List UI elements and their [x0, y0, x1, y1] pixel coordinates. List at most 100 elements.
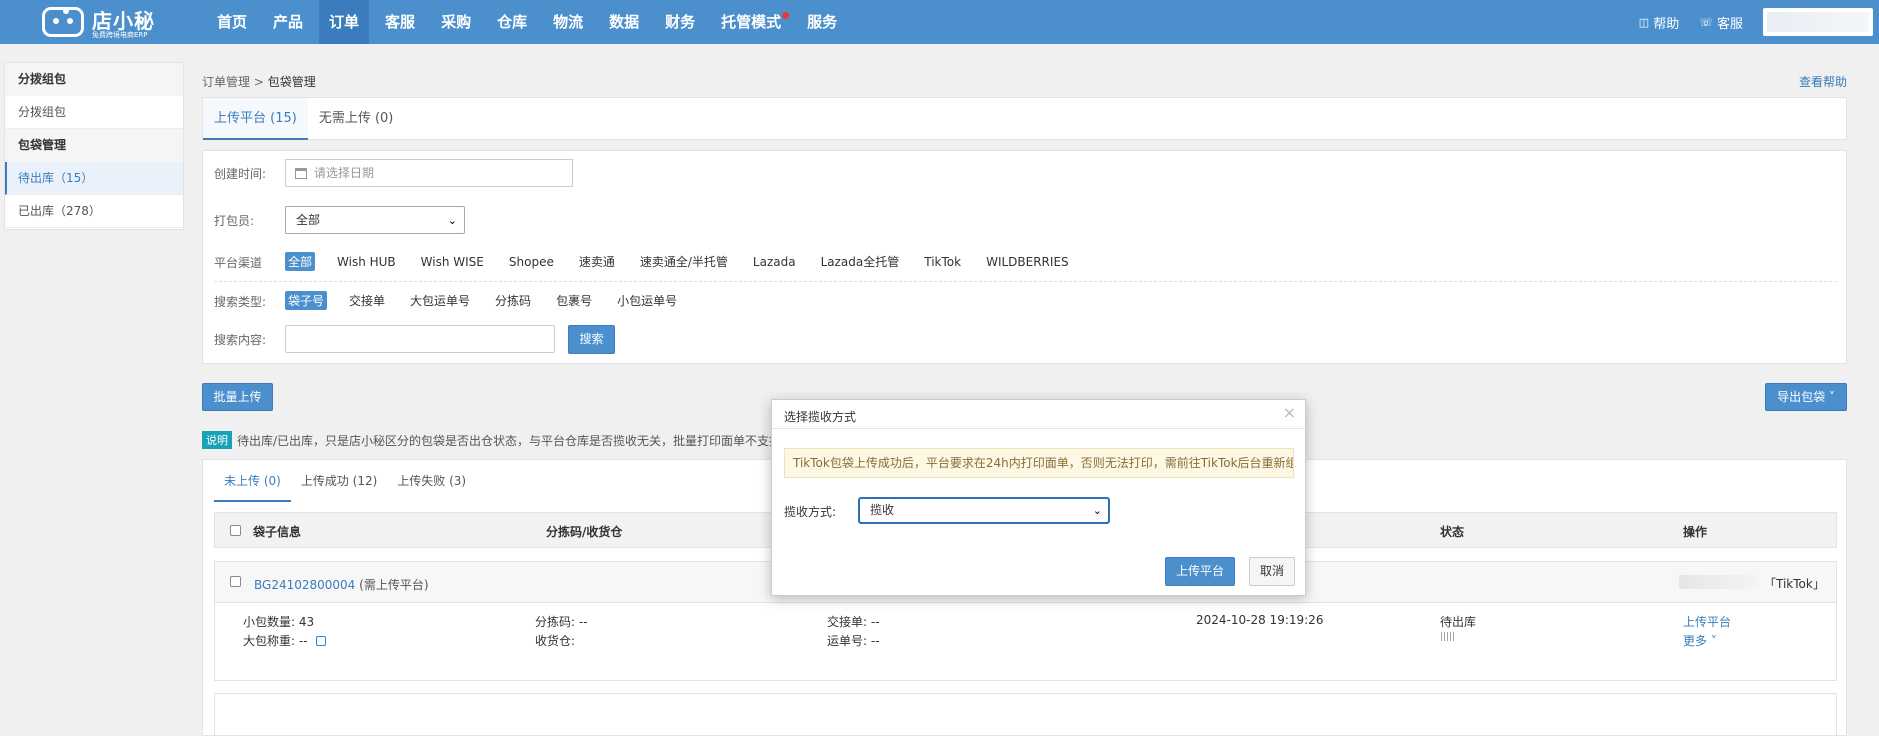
- search-type-label: 搜索类型:: [214, 295, 267, 309]
- help-top-link[interactable]: ◫ 帮助: [1639, 13, 1679, 32]
- nav-logistics[interactable]: 物流: [543, 0, 593, 44]
- nav-purchase[interactable]: 采购: [431, 0, 481, 44]
- nav-orders[interactable]: 订单: [319, 0, 370, 44]
- small-count-label: 小包数量:: [243, 615, 296, 629]
- weight-label: 大包称重:: [243, 634, 296, 648]
- channel-label: 平台渠道: [214, 256, 263, 270]
- tab-upload-platform[interactable]: 上传平台 (15): [203, 98, 308, 140]
- channel-all[interactable]: 全部: [285, 252, 316, 271]
- search-type-package-no[interactable]: 包裹号: [553, 291, 595, 310]
- service-top-link[interactable]: ☏ 客服: [1699, 13, 1743, 32]
- nav-finance[interactable]: 财务: [655, 0, 705, 44]
- chevron-down-icon: ˅: [1828, 390, 1835, 404]
- small-count-value: 43: [298, 615, 315, 629]
- tab-upload-failed[interactable]: 上传失败 (3): [387, 460, 476, 502]
- search-type-chips: 袋子号 交接单 大包运单号 分拣码 包裹号 小包运单号: [285, 291, 699, 310]
- channel-lazada[interactable]: Lazada: [750, 254, 799, 270]
- more-dropdown[interactable]: 更多 ˅: [1683, 632, 1717, 649]
- info-note: 说明 待出库/已出库，只是店小秘区分的包袋是否出仓状态，与平台仓库是否揽收无关，…: [202, 431, 793, 449]
- help-top-label: 帮助: [1653, 16, 1680, 32]
- note-badge: 说明: [202, 431, 232, 449]
- upload-platform-button[interactable]: 上传平台: [1165, 557, 1235, 586]
- collection-method-select[interactable]: 揽收 ⌄: [858, 497, 1110, 524]
- nav-customer-service[interactable]: 客服: [375, 0, 425, 44]
- sidebar-item-split-pack[interactable]: 分拨组包: [5, 96, 183, 129]
- export-bags-button[interactable]: 导出包袋 ˅: [1765, 383, 1847, 411]
- edit-icon[interactable]: [316, 636, 327, 646]
- small-count: 小包数量: 43: [243, 613, 314, 630]
- chevron-down-icon: ⌄: [447, 214, 457, 227]
- channel-shopee[interactable]: Shopee: [506, 254, 557, 270]
- big-weight: 大包称重: --: [243, 632, 327, 649]
- table-row: 小包数量: 43 大包称重: -- 分拣码: -- 收货仓: 交接单: -- 运…: [214, 603, 1837, 681]
- breadcrumb: 订单管理 > 包袋管理: [202, 73, 316, 90]
- masked-store-name: [1679, 575, 1759, 589]
- bag-number-link[interactable]: BG24102800004 (需上传平台): [254, 576, 429, 593]
- search-type-sort-code[interactable]: 分拣码: [492, 291, 534, 310]
- header-status: 状态: [1440, 525, 1465, 539]
- tab-not-uploaded[interactable]: 未上传 (0): [214, 460, 291, 502]
- table-row-empty: [214, 693, 1837, 736]
- select-all-checkbox[interactable]: [230, 525, 241, 536]
- channel-aliexpress[interactable]: 速卖通: [576, 252, 618, 271]
- logo[interactable]: 店小秘 免费跨境电商ERP: [42, 3, 160, 41]
- search-type-handover[interactable]: 交接单: [346, 291, 388, 310]
- packer-label: 打包员:: [214, 214, 255, 228]
- cancel-button[interactable]: 取消: [1249, 557, 1295, 586]
- tab-no-upload[interactable]: 无需上传 (0): [308, 98, 405, 140]
- waybill-value: --: [870, 634, 880, 648]
- channel-tiktok[interactable]: TikTok: [921, 254, 964, 270]
- channel-wish-wise[interactable]: Wish WISE: [418, 254, 487, 270]
- logo-subtitle: 免费跨境电商ERP: [92, 31, 148, 39]
- bag-number: BG24102800004: [254, 578, 356, 592]
- upload-platform-link[interactable]: 上传平台: [1683, 613, 1731, 630]
- date-input[interactable]: 请选择日期: [285, 159, 573, 187]
- close-icon[interactable]: ×: [1283, 403, 1296, 422]
- status-text: 待出库: [1440, 615, 1477, 629]
- breadcrumb-parent[interactable]: 订单管理: [202, 75, 250, 89]
- nav-managed-mode-label: 托管模式: [721, 13, 782, 31]
- chevron-down-icon: ˅: [1710, 634, 1717, 648]
- sort-code: 分拣码: --: [535, 613, 588, 630]
- search-button[interactable]: 搜索: [568, 325, 615, 354]
- search-type-small-waybill[interactable]: 小包运单号: [614, 291, 680, 310]
- nav-warehouse[interactable]: 仓库: [487, 0, 537, 44]
- nav-products[interactable]: 产品: [263, 0, 313, 44]
- channel-lazada-managed[interactable]: Lazada全托管: [818, 252, 903, 271]
- search-type-big-waybill[interactable]: 大包运单号: [407, 291, 473, 310]
- header-sort-code: 分拣码/收货仓: [546, 525, 623, 539]
- filter-divider: [214, 281, 1837, 282]
- upload-tabs: 上传平台 (15) 无需上传 (0): [202, 97, 1847, 140]
- collection-method-label: 揽收方式:: [784, 505, 837, 519]
- note-text: 待出库/已出库，只是店小秘区分的包袋是否出仓状态，与平台仓库是否揽收无关，批量打…: [237, 433, 794, 448]
- sidebar-item-shipped[interactable]: 已出库（278）: [5, 195, 183, 228]
- search-type-bag-no[interactable]: 袋子号: [285, 291, 328, 310]
- batch-upload-button[interactable]: 批量上传: [202, 383, 273, 411]
- modal-warning: TikTok包袋上传成功后，平台要求在24h内打印面单，否则无法打印，需前往Ti…: [784, 448, 1294, 478]
- packer-select[interactable]: 全部 ⌄: [285, 206, 465, 234]
- search-input[interactable]: [285, 325, 555, 353]
- search-content-label: 搜索内容:: [214, 333, 267, 347]
- nav-managed-mode[interactable]: 托管模式: [711, 0, 791, 44]
- nav-home[interactable]: 首页: [207, 0, 257, 44]
- channel-chips: 全部 Wish HUB Wish WISE Shopee 速卖通 速卖通全/半托…: [285, 252, 1091, 271]
- tab-upload-success[interactable]: 上传成功 (12): [291, 460, 387, 502]
- channel-wildberries[interactable]: WILDBERRIES: [983, 254, 1072, 270]
- sidebar-item-pending[interactable]: 待出库（15）: [5, 162, 183, 195]
- sidebar-group-bags: 包袋管理: [5, 129, 183, 162]
- notification-dot: [782, 12, 790, 19]
- header-action: 操作: [1683, 525, 1708, 539]
- breadcrumb-separator: >: [253, 75, 264, 89]
- channel-aliexpress-managed[interactable]: 速卖通全/半托管: [637, 252, 731, 271]
- channel-wish-hub[interactable]: Wish HUB: [334, 254, 399, 270]
- user-account-box[interactable]: [1763, 8, 1873, 36]
- barcode-icon[interactable]: |||||: [1440, 632, 1455, 642]
- nav-services[interactable]: 服务: [797, 0, 847, 44]
- nav-data[interactable]: 数据: [599, 0, 649, 44]
- waybill-label: 运单号:: [827, 634, 868, 648]
- more-label: 更多: [1683, 634, 1708, 648]
- row-checkbox[interactable]: [230, 576, 241, 587]
- collection-method-modal: 选择揽收方式 × TikTok包袋上传成功后，平台要求在24h内打印面单，否则无…: [771, 399, 1306, 596]
- view-help-link[interactable]: 查看帮助: [1799, 73, 1847, 90]
- top-right-area: ◫ 帮助 ☏ 客服: [1639, 0, 1879, 44]
